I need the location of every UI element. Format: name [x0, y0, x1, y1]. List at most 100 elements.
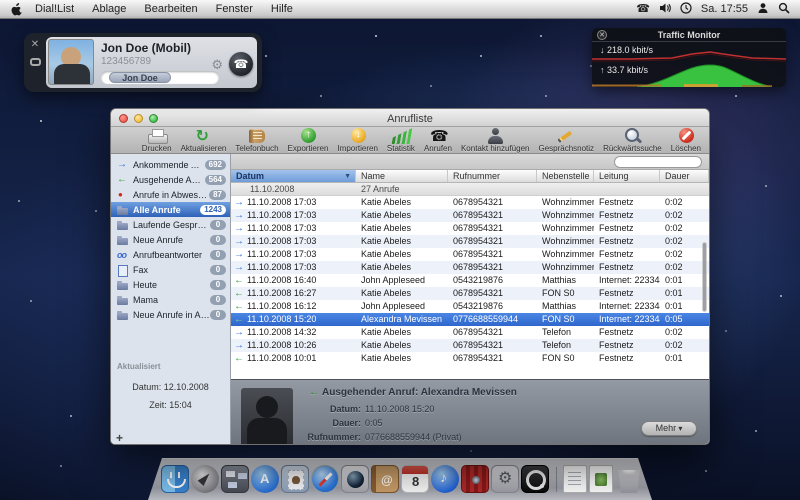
table-row[interactable]: 11.10.2008 15:20 Alexandra Mevissen 0776…: [231, 313, 709, 326]
refresh-toolbar-button[interactable]: Aktualisieren: [181, 127, 227, 153]
call-datetime: 11.10.2008 16:12: [247, 300, 316, 313]
spotlight-icon[interactable]: [778, 2, 790, 17]
table-row[interactable]: 11.10.2008 17:03 Katie Abeles 0678954321…: [231, 222, 709, 235]
itunes-dock-icon[interactable]: [431, 465, 459, 493]
sidebar-item[interactable]: Fax 0: [111, 262, 230, 277]
scrollbar-thumb[interactable]: [702, 242, 707, 312]
display-mode-icon[interactable]: [30, 58, 41, 66]
search-input[interactable]: [614, 156, 702, 168]
close-icon[interactable]: ✕: [597, 30, 607, 40]
clock-icon[interactable]: [680, 2, 692, 17]
menu-item[interactable]: Dial!List: [35, 3, 74, 15]
zoom-window-button[interactable]: [149, 114, 158, 123]
photo-booth-dock-icon[interactable]: [461, 465, 489, 493]
close-window-button[interactable]: [119, 114, 128, 123]
count-badge: 0: [210, 220, 226, 230]
contact-slider[interactable]: Jon Doe: [101, 71, 219, 84]
table-row[interactable]: 11.10.2008 17:03 Katie Abeles 0678954321…: [231, 235, 709, 248]
table-row[interactable]: 11.10.2008 17:03 Katie Abeles 0678954321…: [231, 261, 709, 274]
system-preferences-dock-icon[interactable]: [491, 465, 519, 493]
mail-dock-icon[interactable]: [281, 465, 309, 493]
call-number: 0678954321: [448, 209, 537, 222]
table-row[interactable]: 11.10.2008 14:32 Katie Abeles 0678954321…: [231, 326, 709, 339]
add-contact-toolbar-button[interactable]: Kontakt hinzufügen: [461, 127, 530, 153]
volume-icon[interactable]: [659, 2, 671, 17]
note-toolbar-button[interactable]: Gesprächsnotiz: [538, 127, 594, 153]
table-row[interactable]: 11.10.2008 17:03 Katie Abeles 0678954321…: [231, 248, 709, 261]
safari-dock-icon[interactable]: [311, 465, 339, 493]
menu-item[interactable]: Ablage: [92, 3, 126, 15]
slider-thumb[interactable]: Jon Doe: [109, 72, 171, 83]
print-toolbar-button[interactable]: Drucken: [142, 127, 172, 153]
sidebar-item[interactable]: Ankommende Anrufe 692: [111, 157, 230, 172]
export-toolbar-button[interactable]: Exportieren: [288, 127, 329, 153]
call-line: Festnetz: [594, 235, 660, 248]
table-row[interactable]: 11.10.2008 16:40 John Appleseed 05432198…: [231, 274, 709, 287]
add-list-button[interactable]: +: [116, 431, 123, 445]
table-row[interactable]: 11.10.2008 10:01 Katie Abeles 0678954321…: [231, 352, 709, 365]
call-line: Festnetz: [594, 248, 660, 261]
minimize-window-button[interactable]: [134, 114, 143, 123]
sidebar-item[interactable]: Mama 0: [111, 292, 230, 307]
sidebar-item[interactable]: Anrufe in Abwesenheit 87: [111, 187, 230, 202]
menu-item[interactable]: Fenster: [216, 3, 253, 15]
more-button[interactable]: Mehr: [641, 421, 697, 436]
column-header[interactable]: Datum: [231, 170, 356, 182]
column-header[interactable]: Rufnummer: [448, 170, 537, 182]
column-header[interactable]: Nebenstelle: [537, 170, 594, 182]
sidebar-item[interactable]: Neue Anrufe in Abwese... 0: [111, 307, 230, 322]
close-icon[interactable]: ✕: [31, 40, 39, 50]
call-toolbar-button[interactable]: Anrufen: [424, 127, 452, 153]
diallist-dock-icon[interactable]: [521, 465, 549, 493]
traffic-monitor-widget: ✕ Traffic Monitor 218.0 kbit/s 33.7 kbit…: [592, 28, 786, 87]
in-call-arrow-icon: [234, 326, 247, 339]
call-name: Katie Abeles: [356, 261, 448, 274]
menu-item[interactable]: Bearbeiten: [144, 3, 197, 15]
call-datetime: 11.10.2008 10:26: [247, 339, 316, 352]
stats-toolbar-button[interactable]: Statistik: [387, 127, 415, 153]
column-header[interactable]: Name: [356, 170, 448, 182]
reverse-search-toolbar-button[interactable]: Rückwärtssuche: [603, 127, 662, 153]
mission-control-dock-icon[interactable]: [221, 465, 249, 493]
table-row[interactable]: 11.10.2008 17:03 Katie Abeles 0678954321…: [231, 196, 709, 209]
ical-dock-icon[interactable]: [401, 465, 429, 493]
sidebar-item[interactable]: Anrufbeantworter 0: [111, 247, 230, 262]
call-name: John Appleseed: [356, 274, 448, 287]
gear-icon[interactable]: ⚙: [211, 57, 223, 73]
facetime-dock-icon[interactable]: [341, 465, 369, 493]
sidebar-item[interactable]: Alle Anrufe 1243: [111, 202, 230, 217]
import-toolbar-button[interactable]: Importieren: [337, 127, 377, 153]
delete-toolbar-button[interactable]: Löschen: [671, 127, 701, 153]
document-green-dock-icon[interactable]: [589, 465, 613, 493]
sidebar-item[interactable]: Laufende Gespräche 0: [111, 217, 230, 232]
group-row[interactable]: 11.10.2008 27 Anrufe: [231, 183, 709, 196]
table-row[interactable]: 11.10.2008 16:12 John Appleseed 05432198…: [231, 300, 709, 313]
column-header[interactable]: Dauer: [660, 170, 709, 182]
count-badge: 564: [205, 175, 226, 185]
table-row[interactable]: 11.10.2008 16:27 Katie Abeles 0678954321…: [231, 287, 709, 300]
menu-item[interactable]: Hilfe: [271, 3, 293, 15]
sidebar-item[interactable]: Ausgehende Anrufe 564: [111, 172, 230, 187]
call-button[interactable]: ☎: [229, 52, 253, 76]
document-text-dock-icon[interactable]: [563, 465, 587, 493]
table-row[interactable]: 11.10.2008 17:03 Katie Abeles 0678954321…: [231, 209, 709, 222]
finder-dock-icon[interactable]: [161, 465, 189, 493]
phonebook-toolbar-button[interactable]: Telefonbuch: [235, 127, 278, 153]
address-book-dock-icon[interactable]: [371, 465, 399, 493]
window-titlebar[interactable]: Anrufliste: [111, 109, 709, 127]
apple-menu-icon[interactable]: [10, 2, 23, 16]
column-header[interactable]: Leitung: [594, 170, 660, 182]
trash-dock-icon[interactable]: [615, 465, 643, 493]
sidebar-item[interactable]: Heute 0: [111, 277, 230, 292]
phone-status-icon[interactable]: ☎: [636, 0, 650, 19]
launchpad-dock-icon[interactable]: [191, 465, 219, 493]
app-store-dock-icon[interactable]: [251, 465, 279, 493]
table-row[interactable]: 11.10.2008 10:26 Katie Abeles 0678954321…: [231, 339, 709, 352]
sidebar-item[interactable]: Neue Anrufe 0: [111, 232, 230, 247]
user-menu-icon[interactable]: [757, 2, 769, 17]
menu-bar-clock[interactable]: Sa. 17:55: [701, 3, 748, 15]
call-number: 0678954321: [448, 326, 537, 339]
window-title: Anrufliste: [387, 113, 433, 125]
separator-dock-icon[interactable]: [551, 465, 561, 493]
call-number: 0543219876: [448, 274, 537, 287]
